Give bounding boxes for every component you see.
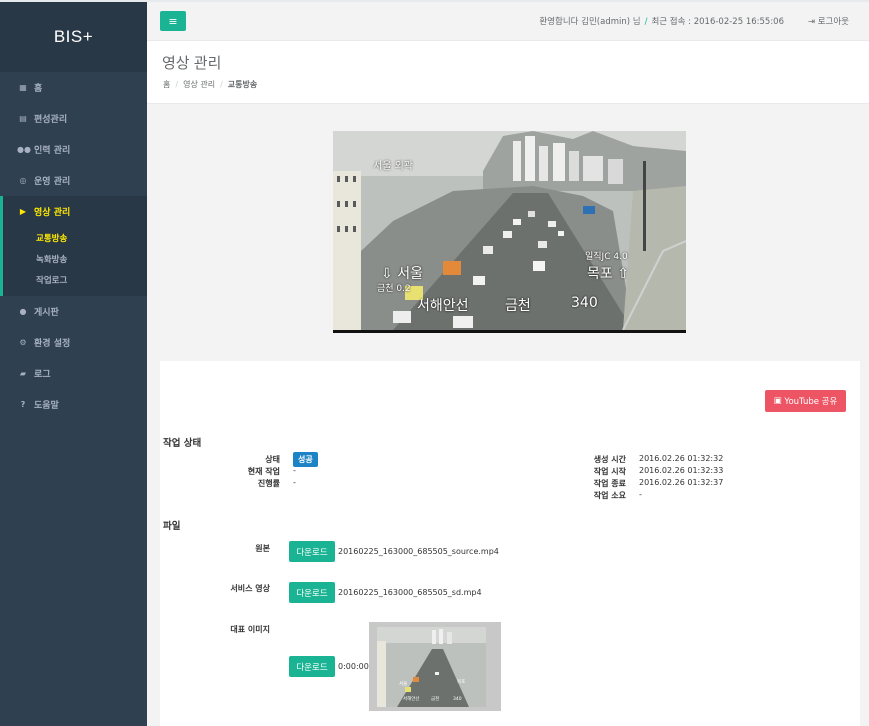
thumbnail-timecode: 0:00:00 <box>338 662 369 671</box>
file-service-label: 서비스 영상 <box>230 584 270 593</box>
menu-toggle-button[interactable]: ≡ <box>160 11 186 31</box>
sidebar-item-help[interactable]: ? 도움말 <box>0 389 147 420</box>
logout-link[interactable]: ⇥ 로그아웃 <box>808 15 849 27</box>
sidebar-item-operations[interactable]: ◎ 운영 관리 <box>0 165 147 196</box>
created-time-label: 생성 시간 <box>593 455 626 464</box>
sidebar-item-board[interactable]: ● 게시판 <box>0 296 147 327</box>
sidebar-submenu-video: 교통방송 녹화방송 작업로그 <box>0 226 147 296</box>
job-duration-value: - <box>639 490 642 499</box>
file-original-label: 원본 <box>255 544 270 553</box>
calendar-icon: ▤ <box>19 114 27 123</box>
hamburger-icon: ≡ <box>168 14 178 28</box>
download-original-button[interactable]: 다운로드 <box>289 541 335 562</box>
video-caption-place: 금천 <box>505 298 531 314</box>
video-player[interactable]: 서울 외곽 ⇩ 서울 금천 0.2 일직JC 4.0 목포 ⇧ 서해안선 금천 … <box>333 131 686 333</box>
video-caption-route: 서해안선 <box>417 298 469 314</box>
current-job-label: 현재 작업 <box>247 467 280 476</box>
sidebar-item-video[interactable]: ▶ 영상 관리 <box>0 196 147 286</box>
sidebar-item-staff[interactable]: ●● 인력 관리 <box>0 134 147 165</box>
welcome-message: 환영합니다 김민(admin) 님 / 최근 접속 : 2016-02-25 16:… <box>539 15 784 27</box>
youtube-icon: ▣ <box>773 396 782 406</box>
sidebar: BIS+ ▦ 홈 ▤ 편성관리 ●● 인력 관리 ◎ 운영 관리 ▶ 영상 관리 교통방송… <box>0 0 147 726</box>
current-job-value: - <box>293 466 296 475</box>
book-icon: ▰ <box>19 369 27 378</box>
job-detail-panel: ▣ YouTube 공유 작업 상태 상태 성공 현재 작업 - 진행률 - 생… <box>160 361 860 726</box>
cogs-icon: ⚙ <box>19 338 27 347</box>
sidebar-subitem-recorded[interactable]: 녹화방송 <box>0 248 147 269</box>
sidebar-nav: ▦ 홈 ▤ 편성관리 ●● 인력 관리 ◎ 운영 관리 ▶ 영상 관리 교통방송 녹화방송… <box>0 72 147 420</box>
video-caption-top: 서울 외곽 <box>373 161 413 172</box>
status-section-title: 작업 상태 <box>163 438 202 449</box>
sign-out-icon: ⇥ <box>807 17 816 27</box>
video-caption-left-sub: 금천 0.2 <box>377 284 411 294</box>
created-time-value: 2016.02.26 01:32:32 <box>639 454 724 463</box>
sidebar-subitem-traffic[interactable]: 교통방송 <box>0 227 147 248</box>
sidebar-subitem-joblog[interactable]: 작업로그 <box>0 269 147 290</box>
download-thumbnail-button[interactable]: 다운로드 <box>289 656 335 677</box>
job-start-value: 2016.02.26 01:32:33 <box>639 466 724 475</box>
comment-icon: ● <box>19 307 27 316</box>
page-heading: 영상 관리 홈 / 영상 관리 / 교통방송 <box>147 41 869 104</box>
thumbnail-image: 서울 목포 서해안선 금천 340 <box>377 627 486 707</box>
file-thumbnail-label: 대표 이미지 <box>230 625 270 634</box>
breadcrumb-video[interactable]: 영상 관리 <box>183 80 215 89</box>
video-caption-left-direction: ⇩ 서울 <box>381 266 423 282</box>
svg-text:서울: 서울 <box>399 680 407 687</box>
sidebar-item-home[interactable]: ▦ 홈 <box>0 72 147 103</box>
page-title: 영상 관리 <box>162 55 222 72</box>
breadcrumb-current: 교통방송 <box>227 80 258 89</box>
top-navbar: ≡ 환영합니다 김민(admin) 님 / 최근 접속 : 2016-02-25 1… <box>147 0 869 41</box>
grid-icon: ▦ <box>19 83 27 92</box>
status-badge: 성공 <box>293 452 318 467</box>
job-end-value: 2016.02.26 01:32:37 <box>639 478 724 487</box>
svg-text:금천: 금천 <box>431 695 439 702</box>
job-start-label: 작업 시작 <box>593 467 626 476</box>
users-icon: ●● <box>17 145 31 154</box>
youtube-share-button[interactable]: ▣ YouTube 공유 <box>765 390 846 412</box>
download-service-button[interactable]: 다운로드 <box>289 582 335 603</box>
progress-label: 진행률 <box>257 479 280 488</box>
question-icon: ? <box>20 400 26 409</box>
svg-text:340: 340 <box>453 696 462 702</box>
svg-text:서해안선: 서해안선 <box>403 695 420 702</box>
video-caption-number: 340 <box>571 295 598 311</box>
svg-text:목포: 목포 <box>457 679 465 685</box>
brand-text: BIS+ <box>53 27 94 46</box>
youtube-share-label: YouTube 공유 <box>784 397 838 407</box>
job-end-label: 작업 종료 <box>593 479 626 488</box>
file-original-name: 20160225_163000_685505_source.mp4 <box>338 547 499 556</box>
status-label: 상태 <box>265 455 280 464</box>
sidebar-item-log[interactable]: ▰ 로그 <box>0 358 147 389</box>
breadcrumb: 홈 / 영상 관리 / 교통방송 <box>163 80 258 89</box>
video-caption-right-top: 일직JC 4.0 <box>585 252 628 262</box>
file-service-name: 20160225_163000_685505_sd.mp4 <box>338 588 482 597</box>
sidebar-item-settings[interactable]: ⚙ 환경 설정 <box>0 327 147 358</box>
files-section-title: 파일 <box>163 521 181 532</box>
logout-label: 로그아웃 <box>817 17 849 27</box>
progress-value: - <box>293 478 296 487</box>
brand-logo[interactable]: BIS+ <box>0 0 147 72</box>
job-duration-label: 작업 소요 <box>593 491 626 500</box>
eye-icon: ◎ <box>19 176 27 185</box>
welcome-separator: / <box>644 17 648 27</box>
sidebar-item-schedule[interactable]: ▤ 편성관리 <box>0 103 147 134</box>
breadcrumb-home[interactable]: 홈 <box>163 80 170 89</box>
thumbnail-preview[interactable]: 서울 목포 서해안선 금천 340 <box>369 622 501 711</box>
youtube-play-icon: ▶ <box>19 206 27 216</box>
last-login-text: 최근 접속 : 2016-02-25 16:55:06 <box>651 17 784 27</box>
video-caption-right-direction: 목포 ⇧ <box>587 266 629 282</box>
welcome-text: 환영합니다 김민(admin) 님 <box>539 17 641 27</box>
